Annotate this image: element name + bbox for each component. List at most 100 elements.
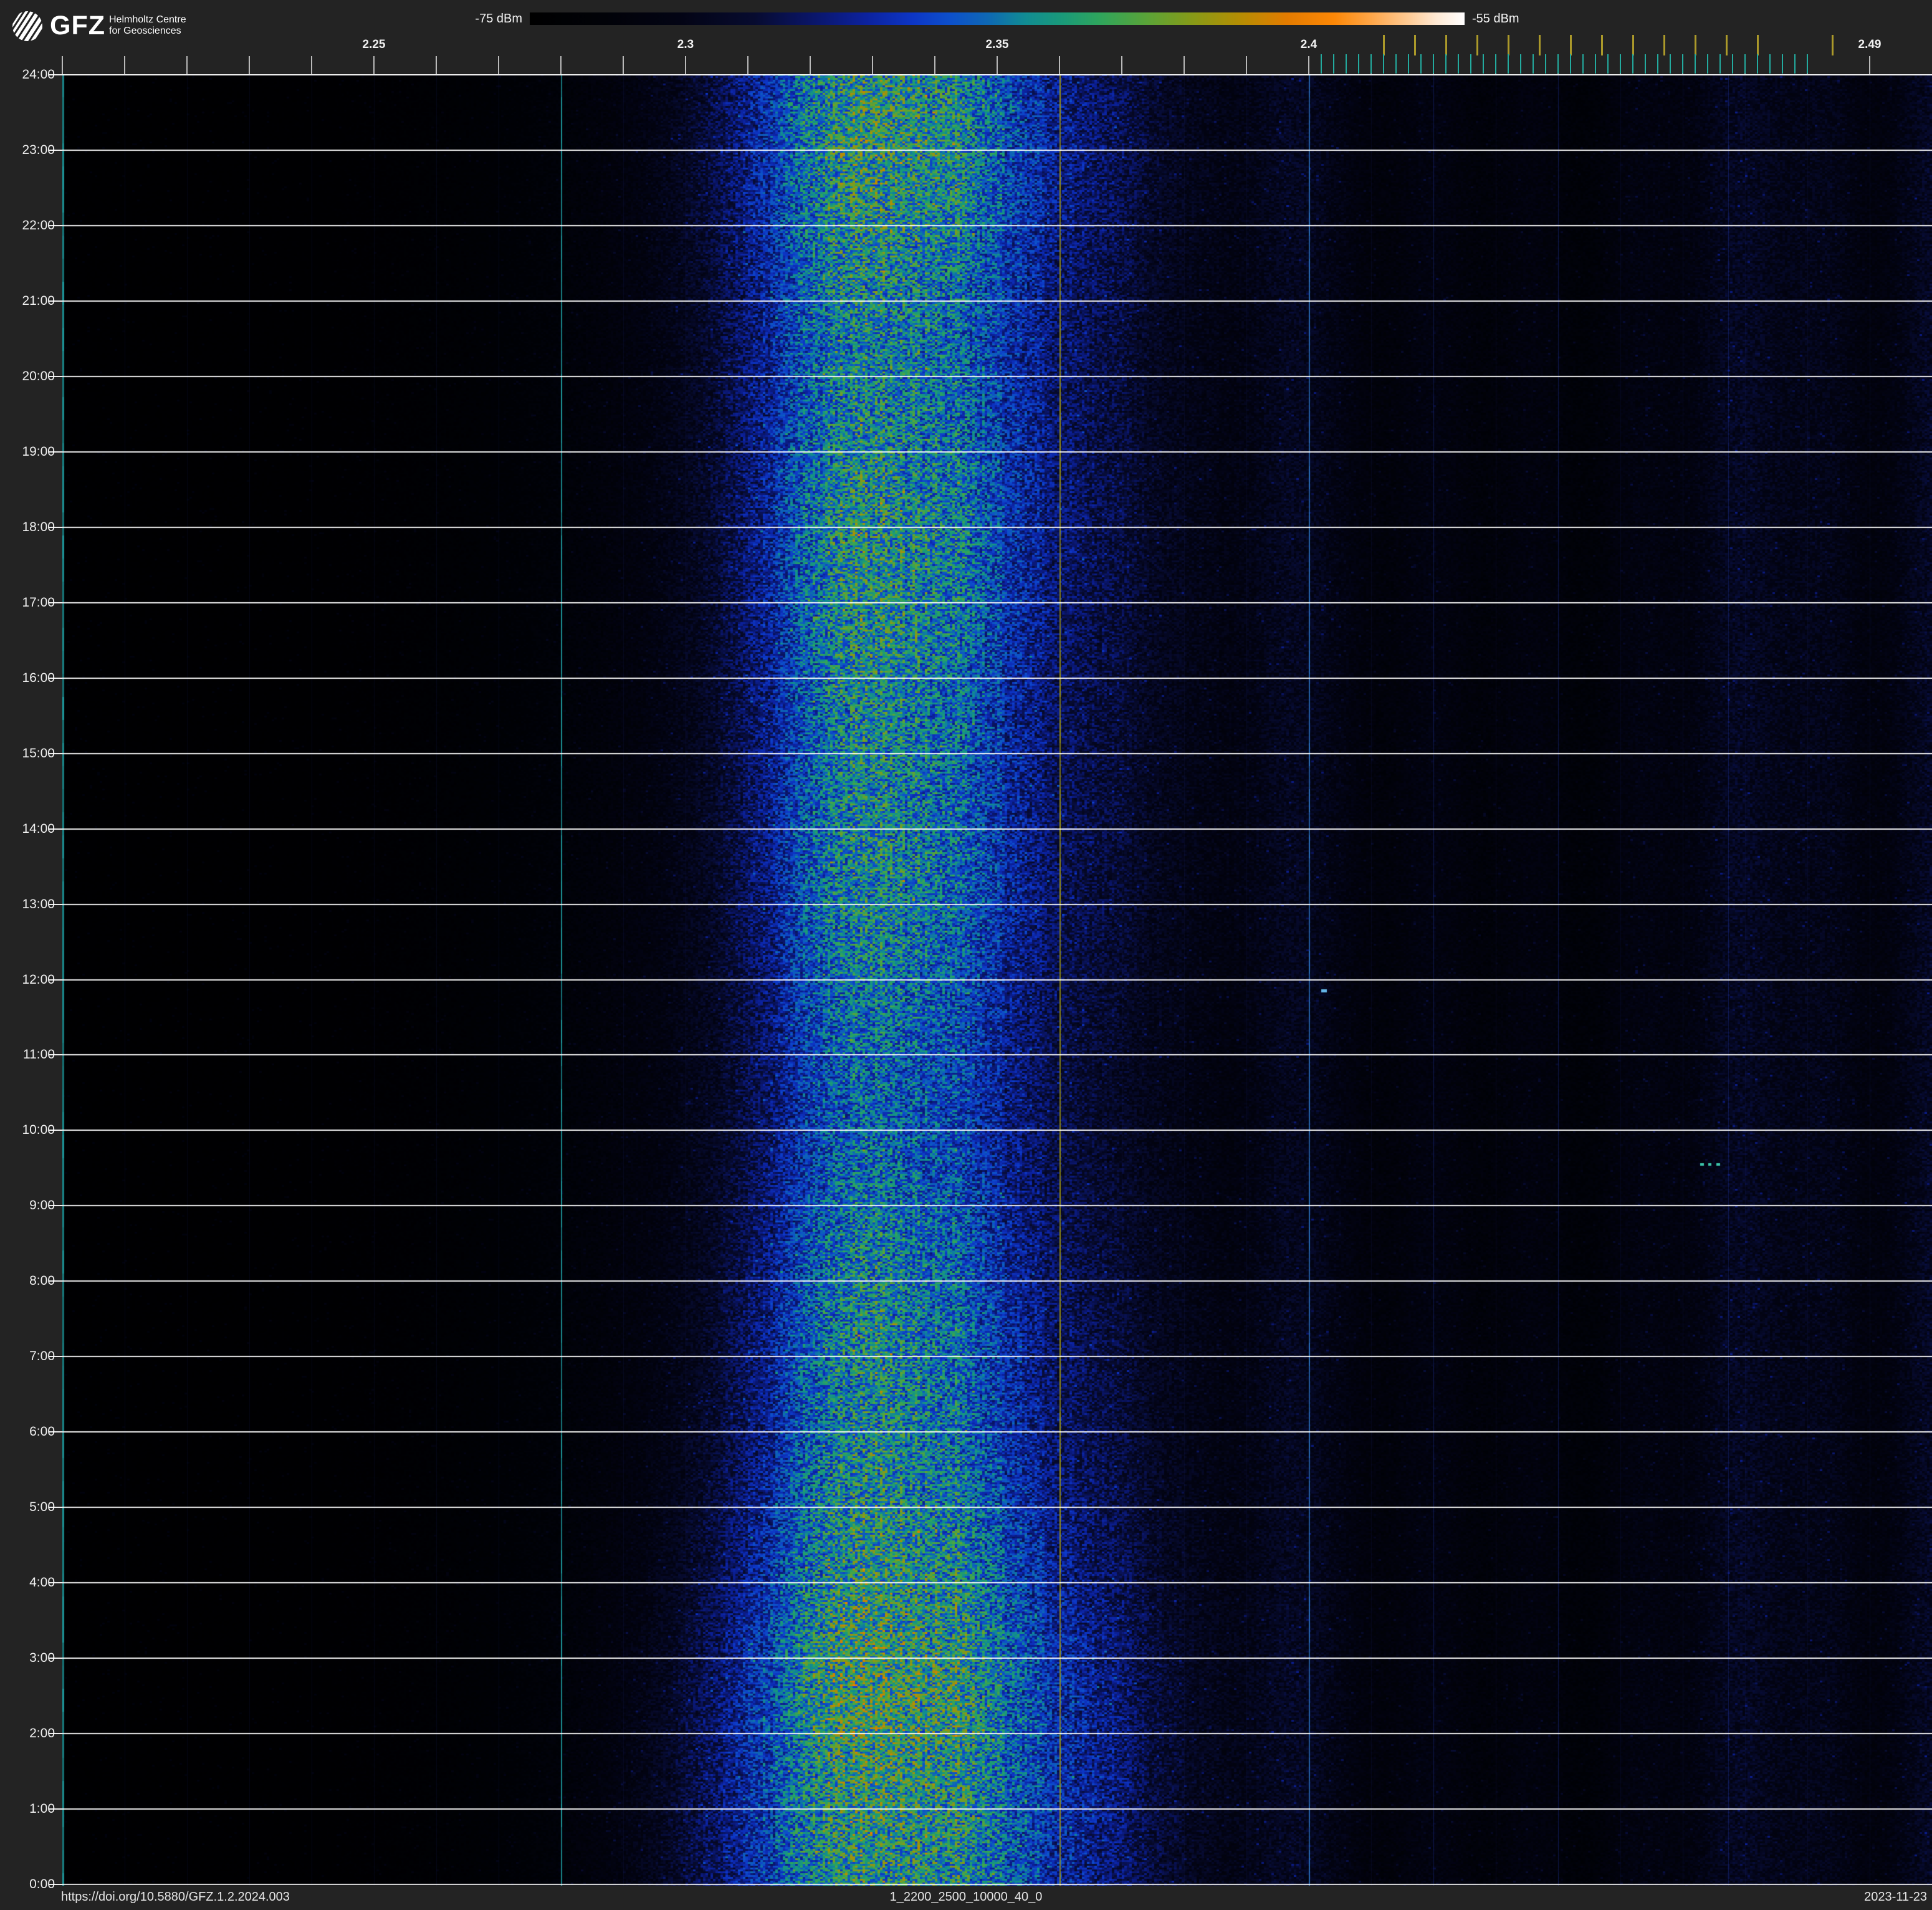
colorbar-min-label: -75 dBm — [475, 12, 522, 26]
ble-channel-tick — [1358, 54, 1359, 74]
time-tick — [49, 150, 62, 151]
brand-subtitle-line2: for Geosciences — [109, 26, 181, 36]
freq-minor-tick — [373, 56, 375, 74]
footer-doi: https://doi.org/10.5880/GFZ.1.2.2024.003 — [61, 1890, 290, 1904]
colorbar — [530, 12, 1465, 25]
time-tick — [49, 1582, 62, 1583]
ble-channel-tick — [1445, 54, 1447, 74]
ble-channel-tick — [1744, 54, 1746, 74]
time-tick — [49, 1054, 62, 1055]
time-tick — [49, 451, 62, 453]
freq-minor-tick — [1869, 56, 1870, 74]
ble-channel-tick — [1719, 54, 1721, 74]
ble-channel-tick — [1707, 54, 1708, 74]
time-tick — [49, 1356, 62, 1357]
ble-channel-tick — [1470, 54, 1471, 74]
wifi-channel-tick — [1832, 35, 1834, 55]
time-tick — [49, 904, 62, 905]
time-tick — [49, 1130, 62, 1131]
wifi-channel-tick — [1445, 35, 1447, 55]
freq-tick-label: 2.35 — [985, 38, 1009, 51]
ble-channel-tick — [1570, 54, 1571, 74]
wifi-channel-tick — [1476, 35, 1478, 55]
ble-channel-tick — [1433, 54, 1434, 74]
colorbar-max-label: -55 dBm — [1472, 12, 1519, 26]
ble-channel-tick — [1495, 54, 1496, 74]
wifi-channel-tick — [1508, 35, 1509, 55]
ble-channel-tick — [1533, 54, 1534, 74]
freq-minor-tick — [623, 56, 624, 74]
freq-minor-tick — [1246, 56, 1247, 74]
wifi-channel-tick — [1726, 35, 1728, 55]
freq-minor-tick — [62, 56, 63, 74]
time-tick — [49, 1733, 62, 1734]
time-tick — [49, 1431, 62, 1432]
ble-channel-tick — [1695, 54, 1696, 74]
time-tick — [49, 1658, 62, 1659]
freq-minor-tick — [498, 56, 499, 74]
freq-minor-tick — [1121, 56, 1122, 74]
ble-channel-tick — [1632, 54, 1633, 74]
wifi-channel-tick — [1570, 35, 1572, 55]
wifi-channel-tick — [1383, 35, 1385, 55]
freq-tick-label: 2.3 — [677, 38, 694, 51]
freq-minor-tick — [1184, 56, 1185, 74]
time-tick — [49, 376, 62, 377]
spectrogram-screen: GFZ Helmholtz Centre for Geosciences -75… — [0, 0, 1932, 1910]
time-tick — [49, 1884, 62, 1885]
ble-channel-tick — [1794, 54, 1796, 74]
wifi-channel-tick — [1757, 35, 1759, 55]
ble-channel-tick — [1545, 54, 1546, 74]
freq-minor-tick — [1308, 56, 1309, 74]
ble-channel-tick — [1408, 54, 1409, 74]
time-tick — [49, 1808, 62, 1810]
ble-channel-tick — [1370, 54, 1372, 74]
freq-minor-tick — [810, 56, 811, 74]
ble-channel-tick — [1757, 54, 1758, 74]
time-tick — [49, 225, 62, 226]
ble-channel-tick — [1483, 54, 1484, 74]
footer-dataset-id: 1_2200_2500_10000_40_0 — [889, 1890, 1043, 1904]
time-tick — [49, 300, 62, 302]
time-tick — [49, 74, 62, 75]
freq-minor-tick — [311, 56, 312, 74]
wifi-channel-tick — [1663, 35, 1665, 55]
ble-channel-tick — [1321, 54, 1322, 74]
ble-channel-tick — [1645, 54, 1646, 74]
freq-minor-tick — [186, 56, 188, 74]
freq-minor-tick — [747, 56, 748, 74]
ble-channel-tick — [1732, 54, 1733, 74]
freq-minor-tick — [685, 56, 686, 74]
time-tick — [49, 979, 62, 981]
freq-tick-label: 2.25 — [362, 38, 386, 51]
time-tick — [49, 678, 62, 679]
freq-tick-label: 2.49 — [1858, 38, 1882, 51]
ble-channel-tick — [1333, 54, 1334, 74]
wifi-channel-tick — [1632, 35, 1634, 55]
freq-minor-tick — [436, 56, 437, 74]
ble-channel-tick — [1520, 54, 1521, 74]
time-tick — [49, 527, 62, 528]
wifi-channel-tick — [1539, 35, 1541, 55]
wifi-channel-tick — [1695, 35, 1696, 55]
wifi-channel-tick — [1601, 35, 1603, 55]
ble-channel-tick — [1682, 54, 1683, 74]
time-tick — [49, 1280, 62, 1282]
ble-channel-tick — [1557, 54, 1559, 74]
ble-channel-tick — [1769, 54, 1771, 74]
time-tick — [49, 753, 62, 754]
spectrogram-canvas — [62, 74, 1932, 1886]
time-tick — [49, 828, 62, 830]
time-tick — [49, 602, 62, 603]
freq-minor-tick — [872, 56, 873, 74]
ble-channel-tick — [1383, 54, 1384, 74]
ble-channel-tick — [1620, 54, 1621, 74]
ble-channel-tick — [1595, 54, 1596, 74]
ble-channel-tick — [1807, 54, 1808, 74]
brand-subtitle: Helmholtz Centre for Geosciences — [109, 14, 186, 37]
freq-minor-tick — [560, 56, 562, 74]
brand-title: GFZ — [50, 11, 105, 41]
ble-channel-tick — [1458, 54, 1459, 74]
time-tick — [49, 1507, 62, 1508]
ble-channel-tick — [1395, 54, 1397, 74]
